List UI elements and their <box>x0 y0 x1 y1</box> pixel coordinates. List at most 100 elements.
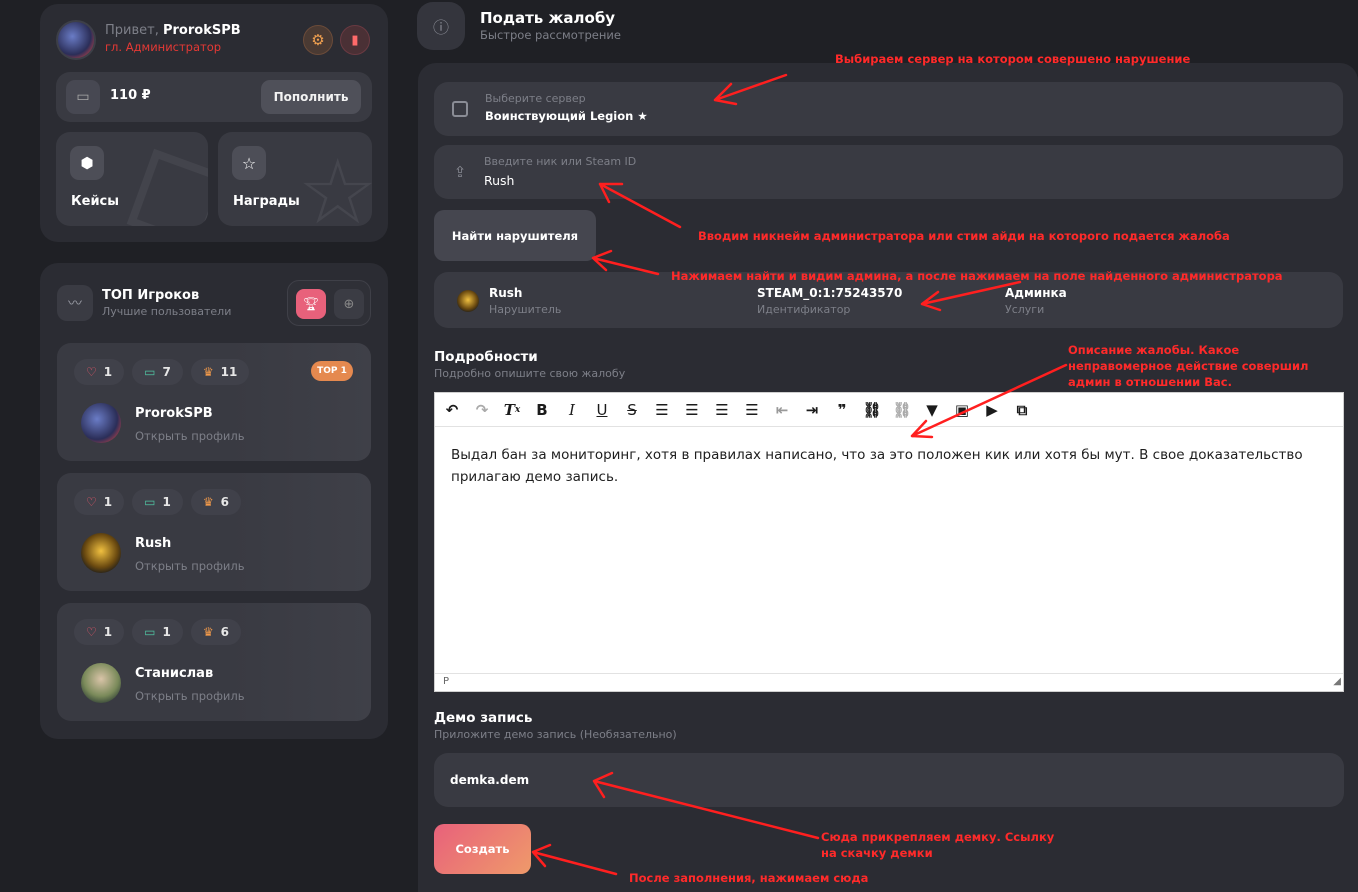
link-icon[interactable]: ⛓ <box>857 395 887 425</box>
player-card[interactable]: ♡ 1 ▭ 1 ♛ 6 Rush Открыть профиль <box>57 473 371 591</box>
top-badge: TOP 1 <box>311 361 353 381</box>
player-name: ProrokSPB <box>135 406 213 421</box>
greeting: Привет, <box>105 23 159 38</box>
strikethrough-icon[interactable]: S <box>617 395 647 425</box>
italic-icon[interactable]: I <box>557 395 587 425</box>
align-left-icon[interactable]: ☰ <box>647 395 677 425</box>
offender-service-sub: Услуги <box>1005 303 1045 316</box>
bookmark-icon[interactable]: ▼ <box>917 395 947 425</box>
trophies-pill: ♛ 6 <box>190 619 241 645</box>
demo-subtitle: Приложите демо запись (Необязательно) <box>434 728 677 741</box>
heart-icon: ♡ <box>86 625 97 639</box>
outdent-icon[interactable]: ⇤ <box>767 395 797 425</box>
open-profile-link[interactable]: Открыть профиль <box>135 429 245 443</box>
upload-icon: ⇪ <box>453 163 467 181</box>
complaint-form: Выберите сервер Воинствующий Legion ★ ⇪ … <box>418 63 1358 892</box>
top-title: ТОП Игроков <box>102 288 200 303</box>
likes-pill: ♡ 1 <box>74 359 125 385</box>
trophy-icon: 🏆︎ <box>302 296 320 312</box>
details-title: Подробности <box>434 349 538 365</box>
tile-label: Кейсы <box>71 194 120 209</box>
trophy-icon: ♛ <box>202 625 214 639</box>
redo-icon[interactable]: ↷ <box>467 395 497 425</box>
settings-button[interactable]: ⚙ <box>303 25 333 55</box>
image-icon[interactable]: ▣ <box>947 395 977 425</box>
nick-input[interactable]: ⇪ Введите ник или Steam ID Rush <box>434 145 1343 199</box>
username[interactable]: ProrokSPB <box>163 23 241 38</box>
offender-name-sub: Нарушитель <box>489 303 562 316</box>
editor-body[interactable]: Выдал бан за мониторинг, хотя в правилах… <box>451 444 1321 488</box>
complaint-header-icon: ⓘ <box>417 2 465 50</box>
open-profile-link[interactable]: Открыть профиль <box>135 559 245 573</box>
media-icon[interactable]: ▶ <box>977 395 1007 425</box>
offender-steam-sub: Идентификатор <box>757 303 851 316</box>
quote-icon[interactable]: ❞ <box>827 395 857 425</box>
comments-pill: ▭ 7 <box>132 359 183 385</box>
tile-cases[interactable]: ⬢ Кейсы <box>56 132 208 226</box>
align-justify-icon[interactable]: ☰ <box>737 395 767 425</box>
comments-pill: ▭ 1 <box>132 489 183 515</box>
align-right-icon[interactable]: ☰ <box>707 395 737 425</box>
resize-handle-icon[interactable]: ◢ <box>1333 676 1341 687</box>
demo-file-input[interactable]: demka.dem <box>434 753 1344 807</box>
player-name: Rush <box>135 536 172 551</box>
demo-title: Демо запись <box>434 710 533 726</box>
open-profile-link[interactable]: Открыть профиль <box>135 689 245 703</box>
user-role: гл. Администратор <box>105 40 222 54</box>
server-select[interactable]: Выберите сервер Воинствующий Legion ★ <box>434 82 1343 136</box>
indent-icon[interactable]: ⇥ <box>797 395 827 425</box>
offender-service: Админка <box>1005 286 1067 300</box>
heart-icon: ♡ <box>86 365 97 379</box>
page-title: Подать жалобу <box>480 9 616 27</box>
player-avatar <box>81 403 121 443</box>
balance-card: ▭ 110 ₽ Пополнить <box>56 72 372 122</box>
demo-file-name: demka.dem <box>450 773 530 787</box>
editor-toolbar: ↶ ↷ Tx B I U S ☰ ☰ ☰ ☰ ⇤ ⇥ ❞ ⛓ ⛓ ▼ ▣ ▶ ⧉ <box>435 393 1343 427</box>
player-card[interactable]: ♡ 1 ▭ 7 ♛ 11 TOP 1 ProrokSPB Открыть профил… <box>57 343 371 461</box>
player-name: Станислав <box>135 666 214 681</box>
undo-icon[interactable]: ↶ <box>437 395 467 425</box>
underline-icon[interactable]: U <box>587 395 617 425</box>
player-card[interactable]: ♡ 1 ▭ 1 ♛ 6 Станислав Открыть профиль <box>57 603 371 721</box>
trophies-pill: ♛ 6 <box>190 489 241 515</box>
clear-format-icon[interactable]: Tx <box>497 395 527 425</box>
details-subtitle: Подробно опишите свою жалобу <box>434 367 626 380</box>
avatar[interactable] <box>56 20 96 60</box>
annotation-nick: Вводим никнейм администратора или стим а… <box>698 229 1230 243</box>
likes-pill: ♡ 1 <box>74 489 125 515</box>
find-offender-button[interactable]: Найти нарушителя <box>434 210 596 261</box>
unlink-icon[interactable]: ⛓ <box>887 395 917 425</box>
player-avatar <box>81 533 121 573</box>
annotation-create: После заполнения, нажимаем сюда <box>629 871 869 885</box>
align-center-icon[interactable]: ☰ <box>677 395 707 425</box>
comments-pill: ▭ 1 <box>132 619 183 645</box>
nick-input-label: Введите ник или Steam ID <box>484 155 637 168</box>
annotation-demo: Сюда прикрепляем демку. Ссылку на скачку… <box>821 830 1055 860</box>
server-select-label: Выберите сервер <box>485 92 586 105</box>
logout-button[interactable]: ▮ <box>340 25 370 55</box>
create-button[interactable]: Создать <box>434 824 531 874</box>
top-subtitle: Лучшие пользователи <box>102 305 232 318</box>
embed-icon[interactable]: ⧉ <box>1007 395 1037 425</box>
tile-rewards[interactable]: ☆ ☆ Награды <box>218 132 372 226</box>
heart-icon: ♡ <box>86 495 97 509</box>
likes-pill: ♡ 1 <box>74 619 125 645</box>
annotation-editor: Описание жалобы. Какое неправомерное дей… <box>1068 343 1309 389</box>
alt-filter-button[interactable]: ⊕ <box>334 289 364 319</box>
top-players-panel: 〰 ТОП Игроков Лучшие пользователи 🏆︎ ⊕ ♡… <box>40 263 388 739</box>
trophy-filter-button[interactable]: 🏆︎ <box>296 289 326 319</box>
box-icon: ⬢ <box>70 146 104 180</box>
door-exit-icon: ▮ <box>351 32 359 48</box>
topup-button[interactable]: Пополнить <box>261 80 361 114</box>
rich-text-editor: ↶ ↷ Tx B I U S ☰ ☰ ☰ ☰ ⇤ ⇥ ❞ ⛓ ⛓ ▼ ▣ ▶ ⧉… <box>434 392 1344 692</box>
comment-icon: ▭ <box>144 625 156 639</box>
bold-icon[interactable]: B <box>527 395 557 425</box>
user-panel: Привет, ProrokSPB гл. Администратор ⚙ ▮ … <box>40 4 388 242</box>
server-select-value: Воинствующий Legion ★ <box>485 109 648 123</box>
editor-statusbar: P ◢ <box>435 673 1343 691</box>
wallet-icon: ▭ <box>66 80 100 114</box>
star-icon: ☆ <box>232 146 266 180</box>
activity-icon: 〰 <box>57 285 93 321</box>
comment-icon: ▭ <box>144 495 156 509</box>
tile-label: Награды <box>233 194 300 209</box>
